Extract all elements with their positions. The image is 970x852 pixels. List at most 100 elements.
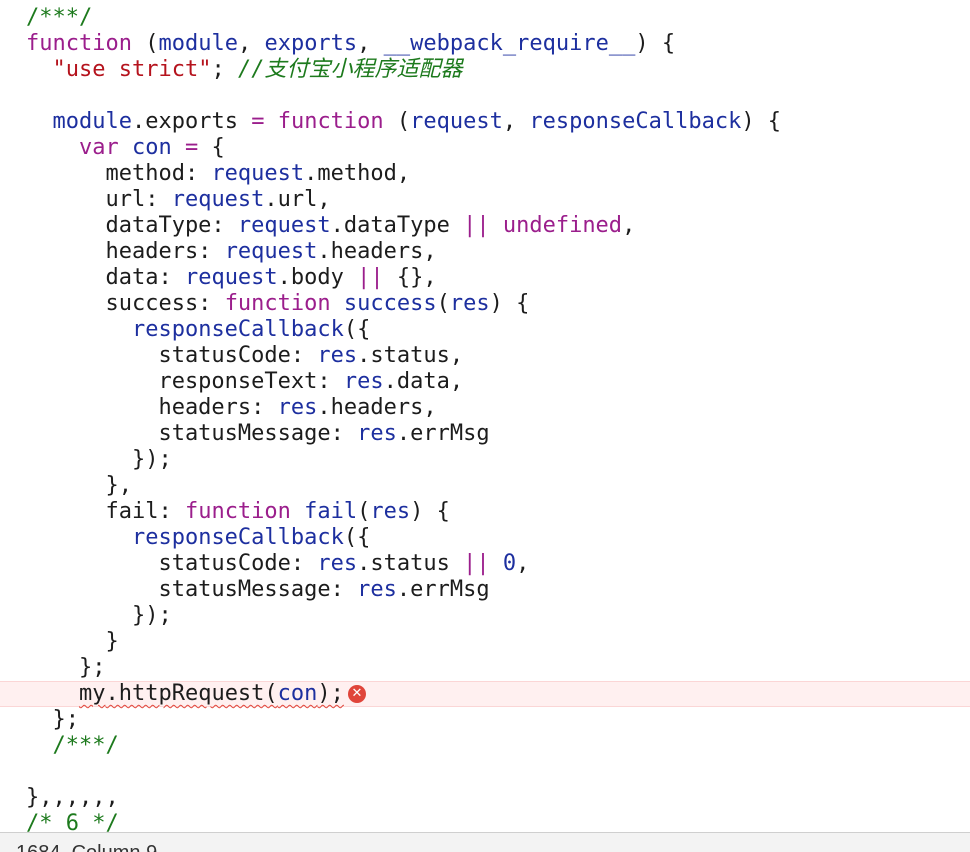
code-line[interactable]: }; [0, 707, 970, 733]
code-token: my [78, 681, 106, 706]
code-token: undefined [502, 213, 623, 238]
code-token: },,,,,, [26, 785, 119, 810]
code-token: ) { [741, 109, 782, 134]
code-token: res [317, 343, 358, 368]
code-text: dataType: request.dataType || undefined, [26, 213, 635, 239]
code-line[interactable]: "use strict"; //支付宝小程序适配器 [0, 57, 970, 83]
code-token: responseCallback [131, 317, 344, 342]
code-token: "use strict" [52, 57, 212, 82]
code-text: statusMessage: res.errMsg [26, 577, 489, 603]
code-line[interactable]: statusMessage: res.errMsg [0, 577, 970, 603]
code-token: .exports [131, 109, 252, 134]
code-line[interactable]: statusCode: res.status, [0, 343, 970, 369]
code-line[interactable]: fail: function fail(res) { [0, 499, 970, 525]
code-line[interactable] [0, 83, 970, 109]
code-token: url: [26, 187, 172, 212]
code-token: ( [357, 499, 371, 524]
code-editor[interactable]: /***/function (module, exports, __webpac… [0, 0, 970, 852]
code-line[interactable]: }; [0, 655, 970, 681]
code-token: statusCode: [26, 551, 318, 576]
code-token: }; [26, 707, 79, 732]
code-token: || [357, 265, 384, 290]
code-line[interactable]: responseText: res.data, [0, 369, 970, 395]
code-line[interactable]: }); [0, 447, 970, 473]
code-text: statusCode: res.status || 0, [26, 551, 529, 577]
code-token: request [410, 109, 503, 134]
code-token: function [26, 31, 132, 56]
code-token: function [224, 291, 331, 316]
code-line[interactable]: method: request.method, [0, 161, 970, 187]
code-token: fail [304, 499, 358, 524]
code-text: function (module, exports, __webpack_req… [26, 31, 675, 57]
code-line[interactable]: var con = { [0, 135, 970, 161]
code-line[interactable]: responseCallback({ [0, 525, 970, 551]
code-line[interactable]: module.exports = function (request, resp… [0, 109, 970, 135]
code-token: responseCallback [131, 525, 344, 550]
code-token: || [463, 551, 490, 576]
code-token: __webpack_require__ [383, 31, 636, 56]
code-token: .method, [304, 161, 411, 186]
code-text: statusCode: res.status, [26, 343, 463, 369]
code-line[interactable]: /***/ [0, 5, 970, 31]
code-token: con [131, 135, 172, 160]
code-line[interactable]: responseCallback({ [0, 317, 970, 343]
code-token: ); [317, 681, 344, 706]
code-line[interactable]: statusCode: res.status || 0, [0, 551, 970, 577]
code-token: statusMessage: [26, 421, 358, 446]
code-area[interactable]: /***/function (module, exports, __webpac… [0, 0, 970, 832]
code-text: headers: res.headers, [26, 395, 436, 421]
code-token: headers: [26, 239, 225, 264]
code-line[interactable]: /***/ [0, 733, 970, 759]
code-line[interactable]: headers: res.headers, [0, 395, 970, 421]
code-line[interactable]: url: request.url, [0, 187, 970, 213]
code-text: /* 6 */ [26, 811, 119, 832]
code-line[interactable] [0, 759, 970, 785]
code-token: .headers, [317, 239, 437, 264]
code-line[interactable]: dataType: request.dataType || undefined, [0, 213, 970, 239]
code-line[interactable]: }); [0, 603, 970, 629]
code-token: , [357, 31, 384, 56]
code-token: .data, [383, 369, 464, 394]
code-text: responseText: res.data, [26, 369, 463, 395]
code-token: request [211, 161, 305, 186]
code-token: , [516, 551, 530, 576]
code-line[interactable]: data: request.body || {}, [0, 265, 970, 291]
code-line[interactable]: headers: request.headers, [0, 239, 970, 265]
code-line[interactable]: } [0, 629, 970, 655]
code-line[interactable]: function (module, exports, __webpack_req… [0, 31, 970, 57]
error-circle-icon[interactable]: ✕ [347, 685, 366, 703]
code-text: /***/ [26, 733, 119, 759]
code-text: var con = { [26, 135, 225, 161]
code-token: , [622, 213, 636, 238]
code-line[interactable]: },,,,,, [0, 785, 970, 811]
code-token: con [277, 681, 318, 706]
code-token: request [224, 239, 318, 264]
code-token: statusCode: [26, 343, 318, 368]
code-token: res [370, 499, 411, 524]
code-line[interactable]: }, [0, 473, 970, 499]
code-text: fail: function fail(res) { [26, 499, 449, 525]
code-token: exports [264, 31, 358, 56]
code-token: } [26, 629, 119, 654]
code-text: headers: request.headers, [26, 239, 437, 265]
code-line[interactable]: statusMessage: res.errMsg [0, 421, 970, 447]
code-token: .errMsg [396, 421, 490, 446]
code-text: /***/ [26, 5, 92, 31]
code-token: /***/ [52, 733, 119, 758]
code-line[interactable]: success: function success(res) { [0, 291, 970, 317]
code-token: .httpRequest( [105, 681, 278, 706]
error-code-line[interactable]: my.httpRequest(con); ✕ [0, 681, 970, 707]
code-text: }; [26, 707, 79, 733]
code-line[interactable]: /* 6 */ [0, 811, 970, 832]
code-token: { [198, 135, 225, 160]
code-token: function [184, 499, 291, 524]
code-token: responseCallback [529, 109, 742, 134]
code-token: , [237, 31, 265, 56]
code-text: "use strict"; //支付宝小程序适配器 [26, 57, 463, 83]
code-token: }; [26, 655, 106, 680]
